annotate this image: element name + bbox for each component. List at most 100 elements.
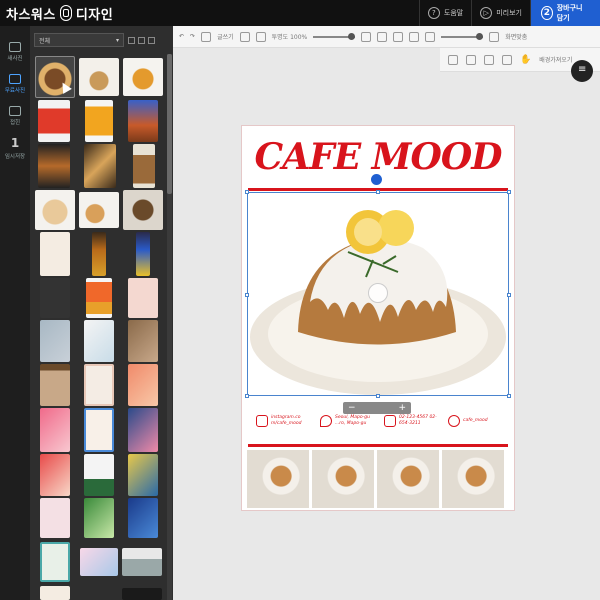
thumbnail-burger[interactable] [35, 56, 75, 98]
app-logo[interactable]: 차스워스 디자인 [0, 4, 113, 23]
thumbnail-fruit-drink[interactable] [86, 278, 112, 318]
align-icon[interactable] [255, 31, 266, 42]
rail-item-crop[interactable]: 접힌 [0, 100, 30, 132]
thumbnail-watercolor[interactable] [84, 320, 114, 362]
thumbnail-tea[interactable] [79, 192, 119, 228]
background-label[interactable]: 배경가져오기 [539, 55, 572, 64]
thumbnail-pudding[interactable] [123, 58, 163, 96]
grid-view-icon[interactable] [128, 36, 135, 44]
thumbnail-wood[interactable] [128, 320, 158, 362]
fit-screen-icon[interactable] [489, 31, 500, 42]
mirror-icon[interactable] [377, 31, 388, 42]
text-tool-label[interactable]: 글쓰기 [217, 32, 234, 41]
help-button[interactable]: ? 도움말 [418, 0, 471, 26]
thumbnail-red-drink[interactable] [38, 100, 70, 142]
rail-item-new-photo[interactable]: 새사진 [0, 36, 30, 68]
coffee-photo-2[interactable] [312, 450, 374, 508]
thumbnail-cream[interactable] [40, 586, 70, 600]
zoom-in-button[interactable]: + [398, 403, 406, 413]
zoom-out-button[interactable]: − [348, 403, 356, 413]
preview-button[interactable]: ▷ 미리보기 [471, 0, 530, 26]
thumbnail-teal-frame[interactable] [40, 542, 70, 582]
resize-handle-r[interactable] [507, 293, 511, 297]
undo-icon[interactable]: ↶ [179, 33, 184, 40]
logo-pill-icon [59, 5, 72, 21]
thumbnail-coral[interactable] [128, 364, 158, 406]
thumbnail-dessert[interactable] [38, 144, 70, 188]
thumbnail-pattern[interactable] [128, 454, 158, 496]
resize-handle-bl[interactable] [245, 394, 249, 398]
image-zoom-control: − + [343, 402, 411, 414]
thumbnail-leaf[interactable] [84, 498, 114, 538]
rail-item-temp-save[interactable]: 1 임시저장 [0, 132, 30, 164]
thumbnail-blue-pattern[interactable] [128, 498, 158, 538]
top-bar: 차스워스 디자인 ? 도움말 ▷ 미리보기 2 장바구니 담기 [0, 0, 600, 26]
instagram-icon [256, 415, 268, 427]
info-instagram[interactable]: instagram.co m/cafe_mood [256, 410, 316, 432]
thumbnail-navy-pink[interactable] [128, 408, 158, 452]
thumbnail-blue-gray[interactable] [40, 320, 70, 362]
opacity-label: 투명도 100% [271, 34, 308, 41]
zoom-slider[interactable] [441, 32, 484, 40]
preview-label: 미리보기 [496, 9, 522, 17]
thumbnail-pink-waves[interactable] [40, 408, 70, 452]
thumbnail-mountains[interactable] [122, 548, 162, 576]
add-to-cart-button[interactable]: 2 장바구니 담기 [530, 0, 600, 26]
list-view-icon[interactable] [138, 36, 145, 44]
thumbnail-iced-latte[interactable] [133, 144, 155, 188]
thumbnail-coffee-cup[interactable] [123, 190, 163, 230]
flip-icon[interactable] [361, 31, 372, 42]
coffee-photo-4[interactable] [442, 450, 504, 508]
thumbnail-red-floral[interactable] [40, 454, 70, 496]
category-select[interactable]: 전체 ▾ [34, 33, 124, 47]
thumbnail-pink-dots[interactable] [40, 498, 70, 538]
layer-icon[interactable] [484, 54, 494, 65]
thumbnail-beer-bottle[interactable] [92, 232, 106, 276]
resize-handle-tl[interactable] [245, 190, 249, 194]
thumbnail-bottom-dark[interactable] [122, 588, 162, 600]
move-handle-icon[interactable] [368, 283, 388, 303]
thumbnail-cafe-shelf[interactable] [84, 144, 116, 188]
poster-title[interactable]: CAFE MOOD [242, 136, 514, 178]
layout-icon[interactable] [466, 54, 476, 65]
resize-handle-br[interactable] [507, 394, 511, 398]
thumbnail-blue-bottle[interactable] [136, 232, 150, 276]
color-icon[interactable] [409, 31, 420, 42]
grid-icon[interactable] [502, 54, 512, 65]
floating-menu-button[interactable] [571, 60, 593, 82]
info-chat[interactable]: cafe_mood [448, 410, 508, 432]
thumbnail-paper-beige[interactable] [40, 232, 70, 276]
resize-handle-tr[interactable] [507, 190, 511, 194]
resize-handle-l[interactable] [245, 293, 249, 297]
chat-icon [448, 415, 460, 427]
resize-handle-b[interactable] [376, 394, 380, 398]
coffee-photo-1[interactable] [247, 450, 309, 508]
text-tool-icon[interactable] [201, 31, 212, 42]
large-view-icon[interactable] [148, 36, 155, 44]
hand-icon[interactable]: ✋ [520, 55, 531, 65]
trash-icon[interactable] [425, 31, 436, 42]
thumbnail-frame[interactable] [84, 364, 114, 406]
thumbnail-dark-paper[interactable] [40, 278, 70, 318]
redo-icon[interactable]: ↷ [190, 33, 195, 40]
thumbnail-cake-slice[interactable] [35, 190, 75, 230]
rail-item-free-photo[interactable]: 무료사진 [0, 68, 30, 100]
rotate-icon[interactable] [393, 31, 404, 42]
page-icon[interactable] [448, 54, 458, 65]
fit-screen-label[interactable]: 화면맞춤 [505, 32, 527, 41]
coffee-photo-3[interactable] [377, 450, 439, 508]
thumbnail-pink-paper[interactable] [128, 278, 158, 318]
thumbnail-blue-frame[interactable] [84, 408, 114, 452]
thumbnail-pink-marble[interactable] [80, 548, 118, 576]
copy-icon[interactable] [239, 31, 250, 42]
resize-handle-t[interactable] [376, 190, 380, 194]
thumbnail-orange-drink[interactable] [85, 100, 113, 142]
panel-scrollbar-thumb[interactable] [167, 54, 172, 194]
opacity-slider[interactable] [313, 32, 356, 40]
rotate-handle-icon[interactable] [371, 174, 382, 185]
info-divider[interactable] [248, 444, 508, 447]
thumbnail-kraft[interactable] [40, 364, 70, 406]
thumbnail-cake[interactable] [79, 58, 119, 96]
thumbnail-winter[interactable] [84, 454, 114, 496]
thumbnail-autumn-tree[interactable] [128, 100, 158, 142]
